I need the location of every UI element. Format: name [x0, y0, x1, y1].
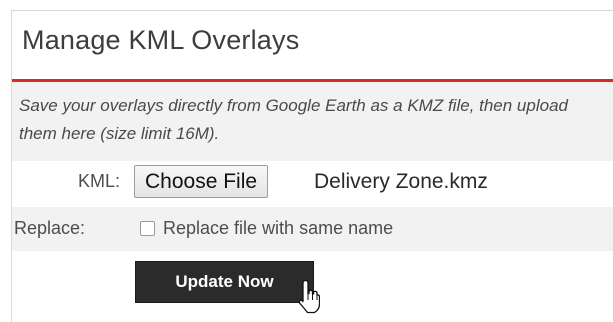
kml-row: KML: Choose File Delivery Zone.kmz	[12, 163, 613, 205]
intro-text: Save your overlays directly from Google …	[19, 96, 568, 143]
submit-row: Update Now	[12, 252, 613, 322]
replace-checkbox[interactable]	[140, 221, 155, 236]
intro-section: Save your overlays directly from Google …	[12, 82, 613, 162]
choose-file-button[interactable]: Choose File	[134, 165, 269, 198]
selected-file-name: Delivery Zone.kmz	[314, 170, 488, 193]
panel-title: Manage KML Overlays	[22, 25, 300, 55]
replace-checkbox-label[interactable]: Replace file with same name	[163, 218, 393, 239]
update-now-button[interactable]: Update Now	[135, 261, 314, 303]
replace-row: Replace: Replace file with same name	[12, 207, 613, 251]
replace-label: Replace:	[14, 218, 86, 238]
kml-label: KML:	[77, 171, 120, 191]
